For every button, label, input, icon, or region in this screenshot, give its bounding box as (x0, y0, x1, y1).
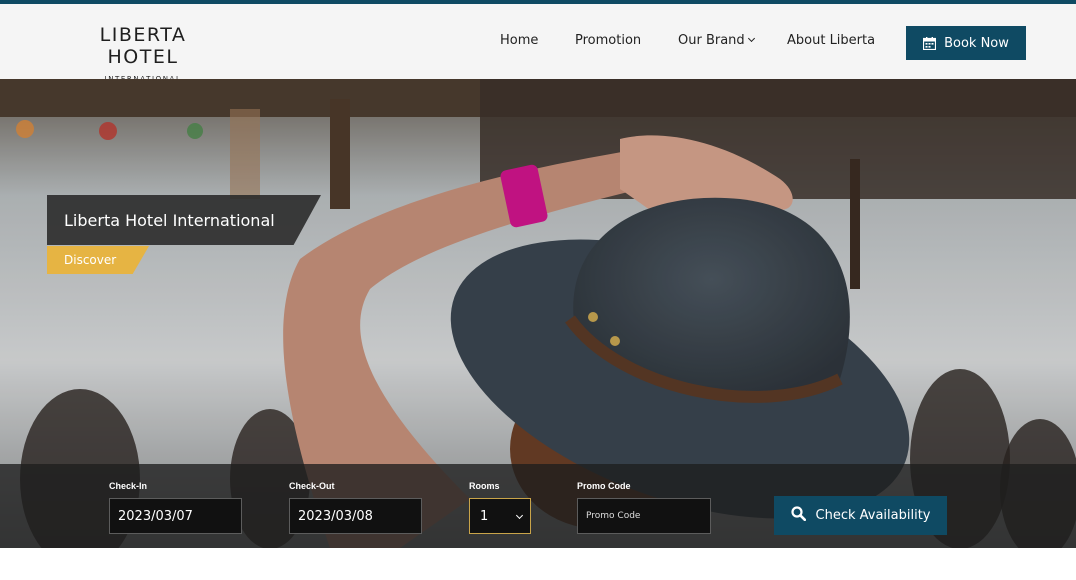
nav-our-brand-dropdown[interactable]: Our Brand (678, 33, 755, 48)
chevron-down-icon (747, 34, 755, 43)
nav-about-link[interactable]: About Liberta (787, 33, 875, 48)
chevron-down-icon (515, 511, 524, 520)
hero-title: Liberta Hotel International (47, 195, 321, 245)
promo-code-label: Promo Code (577, 481, 631, 491)
rooms-select-value: 1 (480, 508, 489, 524)
site-header: LIBERTA HOTEL INTERNATIONAL Home Promoti… (0, 4, 1076, 83)
nav-promotion-link[interactable]: Promotion (575, 33, 641, 48)
checkin-input[interactable]: 2023/03/07 (109, 498, 242, 534)
book-now-button[interactable]: Book Now (906, 26, 1026, 60)
rooms-select[interactable]: 1 (469, 498, 531, 534)
check-availability-label: Check Availability (815, 508, 931, 523)
checkout-input[interactable]: 2023/03/08 (289, 498, 422, 534)
hotel-logo[interactable]: LIBERTA HOTEL INTERNATIONAL (68, 24, 218, 83)
book-now-label: Book Now (944, 35, 1009, 51)
page-content-start (0, 548, 1076, 580)
rooms-label: Rooms (469, 481, 500, 491)
promo-code-input[interactable]: Promo Code (577, 498, 711, 534)
search-icon (790, 506, 806, 525)
hero-banner: Liberta Hotel International Discover Che… (0, 79, 1076, 548)
checkout-label: Check-Out (289, 481, 335, 491)
check-availability-button[interactable]: Check Availability (774, 496, 947, 535)
checkin-label: Check-In (109, 481, 148, 491)
calendar-icon (923, 36, 937, 50)
booking-bar: Check-In 2023/03/07 Check-Out 2023/03/08… (0, 464, 1076, 548)
nav-home-link[interactable]: Home (500, 33, 538, 48)
discover-button[interactable]: Discover (47, 246, 149, 274)
nav-our-brand-label: Our Brand (678, 33, 745, 48)
logo-main-text: LIBERTA HOTEL (99, 24, 187, 68)
